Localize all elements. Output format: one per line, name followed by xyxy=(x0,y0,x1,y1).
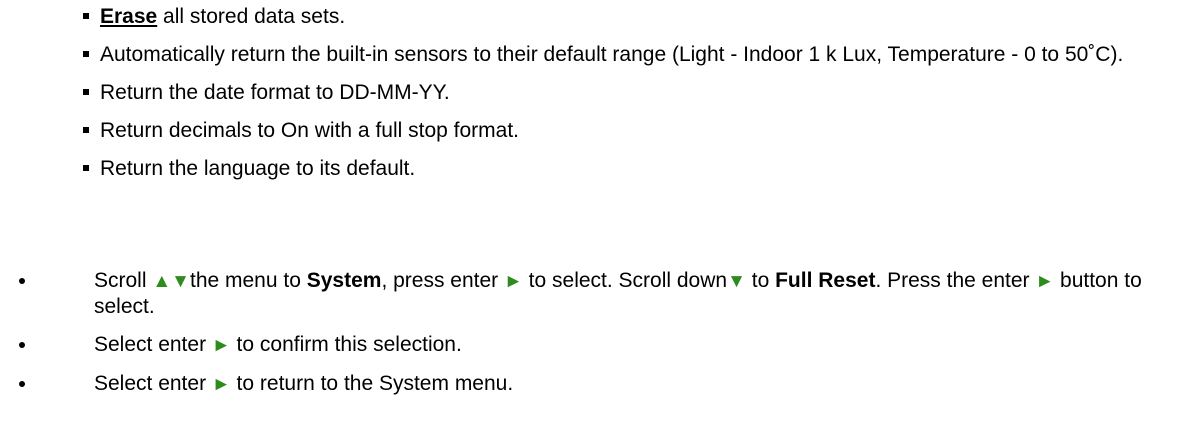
list-item: Erase all stored data sets. xyxy=(79,4,1159,29)
step-text: Select enter xyxy=(94,372,212,395)
round-bullet-icon xyxy=(19,278,25,284)
enter-arrow-icon: ► xyxy=(211,374,231,395)
list-item-text: Return decimals to On with a full stop f… xyxy=(100,119,520,142)
step-text: to return to the System menu. xyxy=(230,372,514,395)
enter-arrow-icon: ► xyxy=(504,271,523,292)
step-text: , press enter xyxy=(381,269,505,292)
round-bullet-icon xyxy=(19,342,25,348)
step-text: to confirm this selection. xyxy=(230,333,462,356)
instruction-step: Select enter ► to return to the System m… xyxy=(0,371,1154,397)
list-item: Automatically return the built-in sensor… xyxy=(79,42,1159,67)
down-arrow-icon: ▼ xyxy=(171,271,190,292)
instruction-step: Select enter ► to confirm this selection… xyxy=(0,332,1154,358)
document-page: Erase all stored data sets. Automaticall… xyxy=(0,0,1199,421)
reset-effects-list: Erase all stored data sets. Automaticall… xyxy=(79,4,1159,194)
instruction-steps-list: Scroll ▲▼the menu to System, press enter… xyxy=(0,268,1199,410)
instruction-step: Scroll ▲▼the menu to System, press enter… xyxy=(0,268,1154,319)
square-bullet-icon xyxy=(83,127,89,133)
square-bullet-icon xyxy=(83,13,89,19)
list-item: Return the date format to DD-MM-YY. xyxy=(79,80,1159,105)
step-text: Scroll xyxy=(94,269,153,292)
square-bullet-icon xyxy=(83,89,89,95)
list-item-text: Return the date format to DD-MM-YY. xyxy=(100,81,450,104)
list-item-text: Return the language to its default. xyxy=(100,157,416,180)
list-item: Return decimals to On with a full stop f… xyxy=(79,118,1159,143)
round-bullet-icon xyxy=(19,381,25,387)
erase-keyword: Erase xyxy=(100,5,158,28)
list-item: Return the language to its default. xyxy=(79,156,1159,181)
step-text: Select enter xyxy=(94,333,212,356)
step-text: . Press the enter xyxy=(875,269,1036,292)
enter-arrow-icon: ► xyxy=(211,335,231,356)
list-item-text: Automatically return the built-in sensor… xyxy=(100,43,1124,66)
system-menu-name: System xyxy=(306,269,382,292)
list-item-text: all stored data sets. xyxy=(157,5,346,28)
full-reset-option-name: Full Reset xyxy=(775,269,876,292)
square-bullet-icon xyxy=(83,165,89,171)
enter-arrow-icon: ► xyxy=(1035,271,1055,292)
square-bullet-icon xyxy=(83,51,89,57)
down-arrow-icon: ▼ xyxy=(727,271,746,292)
up-arrow-icon: ▲ xyxy=(152,271,172,292)
step-text: the menu to xyxy=(189,269,307,292)
step-text: to select. Scroll down xyxy=(522,269,728,292)
step-text: to xyxy=(745,269,776,292)
